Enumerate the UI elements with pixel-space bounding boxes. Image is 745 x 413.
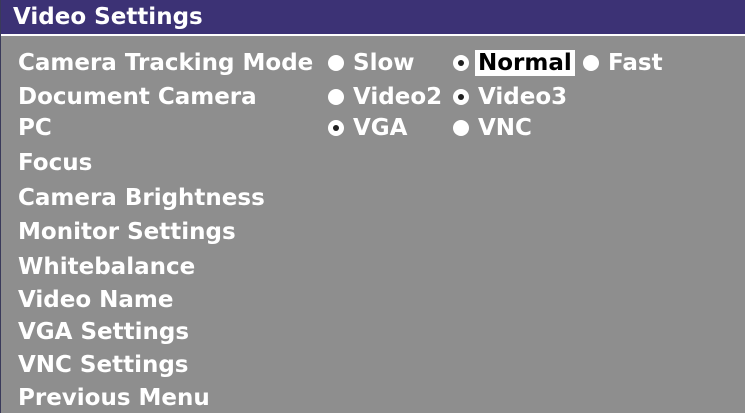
- page-title: Video Settings: [13, 4, 203, 30]
- menu-item-previous-menu[interactable]: Previous Menu: [18, 383, 210, 413]
- menu-item-focus[interactable]: Focus: [18, 148, 92, 178]
- menu-item-vnc-settings[interactable]: VNC Settings: [18, 350, 189, 380]
- radio-selected-icon: [328, 120, 344, 136]
- option-label-normal: Normal: [475, 50, 575, 76]
- radio-selected-icon: [453, 89, 469, 105]
- radio-unselected-icon: [583, 55, 599, 71]
- menu-item-pc[interactable]: PC: [18, 113, 52, 143]
- radio-selected-icon: [453, 55, 469, 71]
- option-label-fast: Fast: [608, 50, 663, 76]
- menu-item-camera-brightness[interactable]: Camera Brightness: [18, 183, 265, 213]
- menu-item-document-camera[interactable]: Document Camera: [18, 82, 257, 112]
- menu-item-video-name[interactable]: Video Name: [18, 285, 174, 315]
- menu-item-camera-tracking-mode[interactable]: Camera Tracking Mode: [18, 48, 313, 78]
- radio-unselected-icon: [328, 55, 344, 71]
- option-label-slow: Slow: [353, 50, 415, 76]
- radio-unselected-icon: [453, 120, 469, 136]
- option-label-vnc: VNC: [478, 115, 532, 141]
- menu-item-vga-settings[interactable]: VGA Settings: [18, 317, 189, 347]
- menu-item-whitebalance[interactable]: Whitebalance: [18, 252, 195, 282]
- option-label-video3: Video3: [478, 84, 568, 110]
- radio-unselected-icon: [328, 89, 344, 105]
- option-label-vga: VGA: [353, 115, 408, 141]
- video-settings-screen: Video Settings Camera Tracking Mode Docu…: [0, 0, 745, 413]
- option-label-video2: Video2: [353, 84, 443, 110]
- menu-item-monitor-settings[interactable]: Monitor Settings: [18, 217, 236, 247]
- title-bar: Video Settings: [1, 0, 745, 36]
